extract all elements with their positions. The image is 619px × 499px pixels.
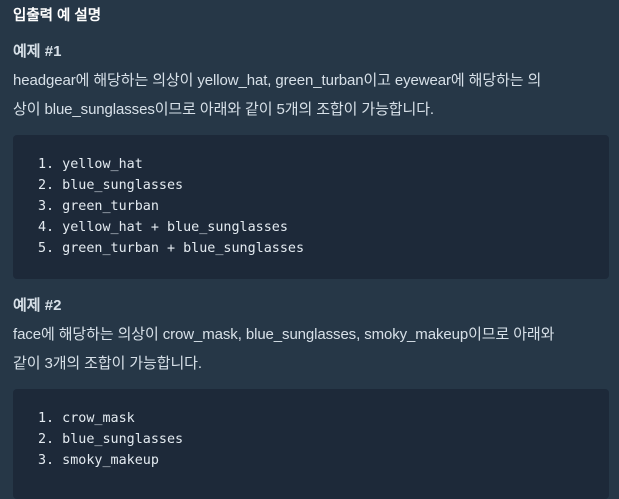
code-line: 2. blue_sunglasses <box>38 432 184 447</box>
section-title: 입출력 예 설명 <box>13 8 102 24</box>
description-line: 상이 blue_sunglasses이므로 아래와 같이 5개의 조합이 가능합… <box>13 101 434 118</box>
example-2-description: face에 해당하는 의상이 crow_mask, blue_sunglasse… <box>13 320 609 378</box>
description-line: headgear에 해당하는 의상이 yellow_hat, green_tur… <box>13 72 542 89</box>
example-1-description: headgear에 해당하는 의상이 yellow_hat, green_tur… <box>13 66 609 124</box>
description-line: face에 해당하는 의상이 crow_mask, blue_sunglasse… <box>13 326 555 343</box>
code-line: 1. yellow_hat <box>38 157 143 172</box>
description-line: 같이 3개의 조합이 가능합니다. <box>13 355 202 372</box>
code-line: 5. green_turban + blue_sunglasses <box>38 241 305 256</box>
example-1-heading: 예제 #1 <box>13 43 62 60</box>
code-line: 2. blue_sunglasses <box>38 178 184 193</box>
example-1-code-block: 1. yellow_hat 2. blue_sunglasses 3. gree… <box>13 135 609 279</box>
example-2-code-block: 1. crow_mask 2. blue_sunglasses 3. smoky… <box>13 389 609 499</box>
code-line: 1. crow_mask <box>38 411 135 426</box>
code-line: 3. green_turban <box>38 199 159 214</box>
example-2-heading: 예제 #2 <box>13 297 62 314</box>
code-line: 3. smoky_makeup <box>38 453 159 468</box>
code-line: 4. yellow_hat + blue_sunglasses <box>38 220 288 235</box>
